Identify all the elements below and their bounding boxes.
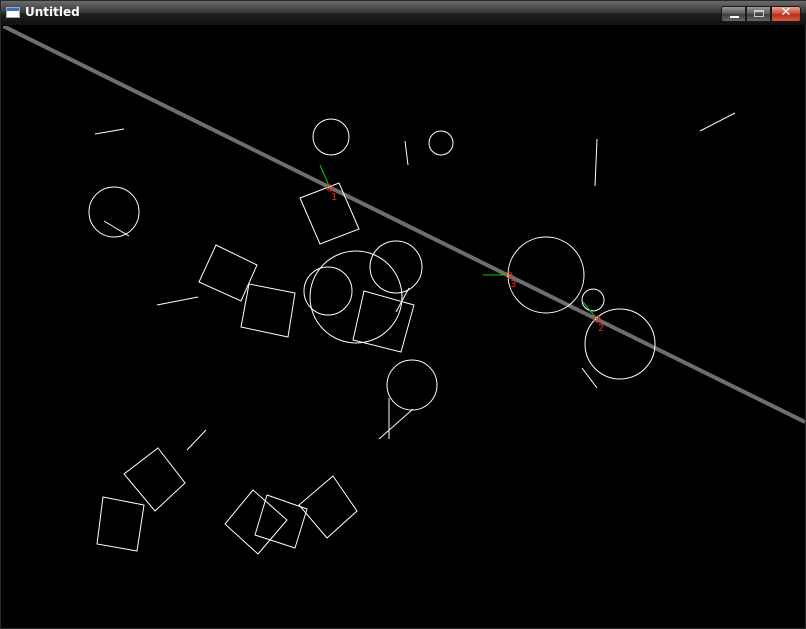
box-body [298,475,358,539]
circle-body [369,240,423,294]
segment-body [581,367,598,389]
physics-canvas[interactable]: 1 3 2 [3,26,805,628]
box-body [240,283,296,338]
title-bar[interactable]: Untitled ✕ [1,1,806,25]
minimize-button[interactable] [721,6,746,22]
app-window: Untitled ✕ 1 3 2 [0,0,806,629]
circle-body [581,288,605,312]
circle-body [303,266,353,316]
circle-body [309,250,403,344]
box-body [198,244,258,302]
close-icon: ✕ [780,5,792,20]
segment-body [404,140,409,166]
window-title: Untitled [25,5,80,19]
contact-label: 1 [331,192,337,203]
box-body [299,182,360,245]
maximize-icon [754,10,764,17]
contact-label: 2 [598,323,604,334]
segment-body [699,112,736,132]
circle-body [312,118,350,156]
box-body [224,489,288,555]
window-controls: ✕ [721,5,801,22]
window-app-icon [6,7,20,18]
box-body [96,496,145,552]
circle-spoke [103,220,130,237]
segment-body [594,138,598,187]
segment-body [378,408,414,440]
close-button[interactable]: ✕ [771,5,801,22]
circle-body [428,130,454,156]
maximize-button[interactable] [746,6,771,22]
segment-body [186,429,207,451]
box-body [254,494,308,549]
minimize-icon [730,16,739,18]
circle-body [88,186,140,238]
ground-line [3,26,805,424]
circle-body [386,359,438,411]
circle-body [507,236,585,314]
box-body [123,447,186,512]
segment-body [94,128,125,135]
contact-label: 3 [510,279,516,290]
segment-body [156,296,199,306]
